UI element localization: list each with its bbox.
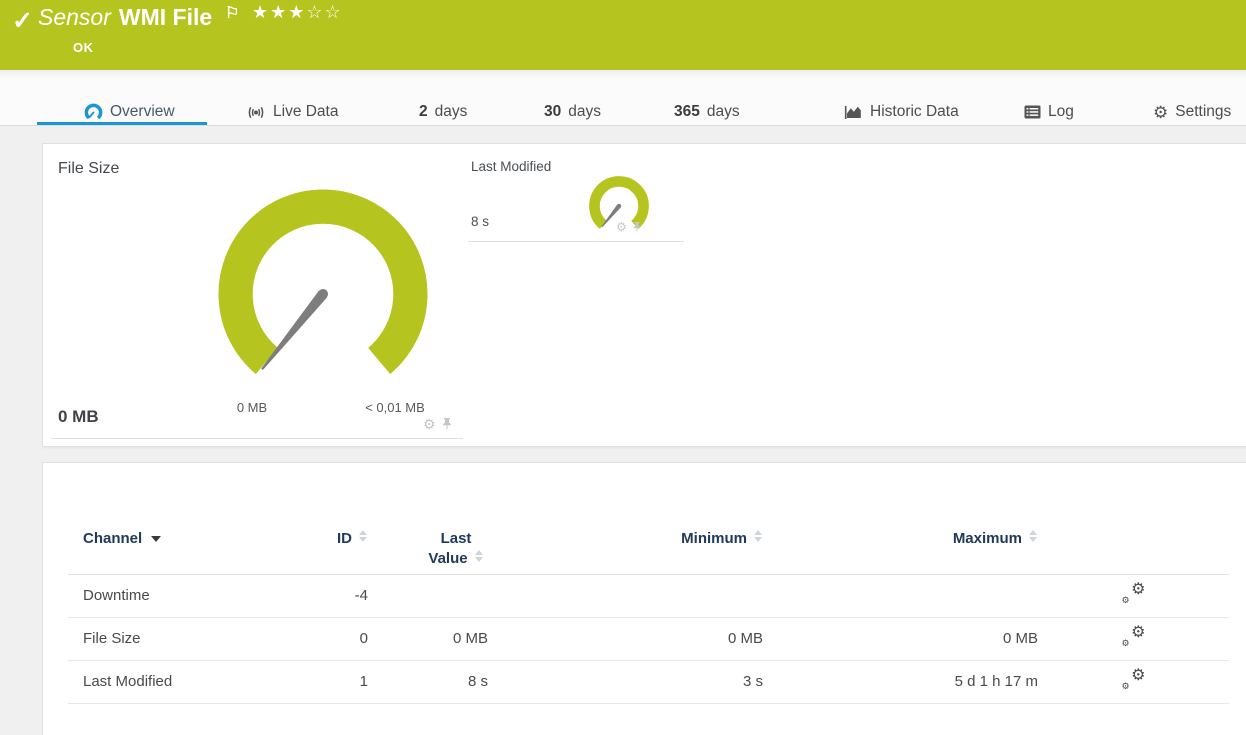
tab-30-days[interactable]: 30 days — [544, 101, 601, 123]
sensor-title: Sensor WMI File — [38, 4, 212, 31]
tab-label: days — [706, 103, 740, 120]
tab-label: Live Data — [273, 103, 339, 120]
channel-table-panel: Channel ID Last Value Minimum Maximum Do… — [42, 462, 1246, 735]
tab-number: 365 — [674, 103, 700, 120]
tab-2-days[interactable]: 2 days — [419, 101, 467, 123]
tab-label: Historic Data — [870, 103, 959, 120]
column-header-last-value[interactable]: Last Value — [368, 463, 488, 575]
gauge-cell-divider — [51, 438, 463, 439]
column-header-minimum[interactable]: Minimum — [488, 463, 763, 575]
column-header-id[interactable]: ID — [298, 463, 368, 575]
gauge-settings-gear-icon[interactable]: ⚙ — [616, 221, 627, 233]
channel-id: 1 — [298, 660, 368, 704]
gauge-action-icons: ⚙ — [423, 417, 453, 431]
tab-number: 2 — [419, 103, 428, 120]
column-header-actions — [1038, 463, 1229, 575]
favorite-flag-icon[interactable]: ⚐ — [225, 3, 239, 23]
gauge-max-label: < 0,01 MB — [365, 400, 425, 415]
tab-label: days — [434, 103, 468, 120]
channel-name: Downtime — [68, 574, 298, 618]
channel-row-file-size: File Size 0 0 MB 0 MB 0 MB ⚙ ⚙ — [68, 617, 1229, 661]
tab-historic-data[interactable]: Historic Data — [844, 101, 959, 123]
priority-stars[interactable]: ★★★☆☆ — [252, 2, 343, 23]
status-ok-check-icon: ✓ — [12, 7, 33, 35]
channel-row-downtime: Downtime -4 ⚙ ⚙ — [68, 574, 1229, 618]
tab-label: days — [568, 103, 601, 120]
tab-label: Overview — [110, 103, 175, 120]
channel-id: -4 — [298, 574, 368, 618]
channel-table: Channel ID Last Value Minimum Maximum Do… — [68, 463, 1229, 704]
channel-maximum: 0 MB — [763, 617, 1038, 661]
settings-gear-icon: ⚙ — [1153, 102, 1169, 122]
gauge-pin-icon[interactable] — [441, 417, 453, 431]
column-header-channel[interactable]: Channel — [68, 463, 298, 575]
sort-caret-down-icon — [151, 536, 162, 542]
sort-arrows-icon — [359, 530, 368, 542]
channel-last-value — [368, 574, 488, 618]
tab-live-data[interactable]: Live Data — [246, 101, 338, 123]
channel-maximum — [763, 574, 1038, 618]
last-modified-current-value: 8 s — [471, 214, 490, 229]
tab-log[interactable]: Log — [1024, 101, 1074, 123]
channel-row-last-modified: Last Modified 1 8 s 3 s 5 d 1 h 17 m ⚙ ⚙ — [68, 660, 1229, 704]
file-size-gauge — [218, 189, 428, 375]
gauge-cell-divider — [468, 241, 684, 242]
column-header-maximum[interactable]: Maximum — [763, 463, 1038, 575]
sensor-status-banner: ✓ Sensor WMI File ⚐ ★★★☆☆ OK — [0, 0, 1246, 70]
sensor-kind-label: Sensor — [38, 4, 111, 30]
active-tab-underline — [37, 122, 207, 125]
channel-name: File Size — [68, 617, 298, 661]
tab-365-days[interactable]: 365 days — [674, 101, 740, 123]
gauge-min-label: 0 MB — [236, 400, 268, 415]
edit-channel-gears-icon[interactable]: ⚙ ⚙ — [1122, 667, 1146, 690]
channel-minimum — [488, 574, 763, 618]
gauge-action-icons: ⚙ — [616, 221, 642, 233]
prtg-sensor-page: ✓ Sensor WMI File ⚐ ★★★☆☆ OK Overview Liv… — [0, 0, 1246, 735]
gauge-title-file-size: File Size — [58, 160, 120, 177]
sort-arrows-icon — [1029, 530, 1038, 542]
gauge-pin-icon[interactable] — [632, 221, 642, 233]
live-data-icon — [248, 106, 264, 118]
channel-table-header-row: Channel ID Last Value Minimum Maximum — [68, 463, 1229, 575]
overview-gauges-panel: File Size 0 MB < 0,01 MB 0 MB ⚙ Last Mod… — [42, 143, 1246, 447]
tab-number: 30 — [544, 103, 562, 120]
tab-label: Log — [1048, 103, 1074, 120]
tab-bar: Overview Live Data 2 days 30 days 365 da… — [0, 70, 1246, 126]
gauge-icon — [84, 103, 103, 119]
edit-channel-gears-icon[interactable]: ⚙ ⚙ — [1122, 581, 1146, 604]
channel-maximum: 5 d 1 h 17 m — [763, 660, 1038, 704]
gauge-settings-gear-icon[interactable]: ⚙ — [423, 417, 436, 431]
channel-name: Last Modified — [68, 660, 298, 704]
channel-last-value: 0 MB — [368, 617, 488, 661]
tab-label: Settings — [1175, 103, 1232, 120]
sort-arrows-icon — [754, 530, 763, 542]
sort-arrows-icon — [474, 550, 484, 562]
gauge-title-last-modified: Last Modified — [471, 159, 552, 174]
area-chart-icon — [844, 105, 861, 119]
file-size-current-value: 0 MB — [58, 407, 99, 426]
channel-minimum: 0 MB — [488, 617, 763, 661]
edit-channel-gears-icon[interactable]: ⚙ ⚙ — [1122, 624, 1146, 647]
channel-last-value: 8 s — [368, 660, 488, 704]
channel-minimum: 3 s — [488, 660, 763, 704]
log-list-icon — [1024, 105, 1041, 119]
sensor-name: WMI File — [118, 4, 213, 30]
sensor-status-text: OK — [73, 40, 94, 55]
channel-id: 0 — [298, 617, 368, 661]
tab-settings[interactable]: ⚙ Settings — [1153, 101, 1231, 123]
tab-overview[interactable]: Overview — [84, 101, 175, 123]
